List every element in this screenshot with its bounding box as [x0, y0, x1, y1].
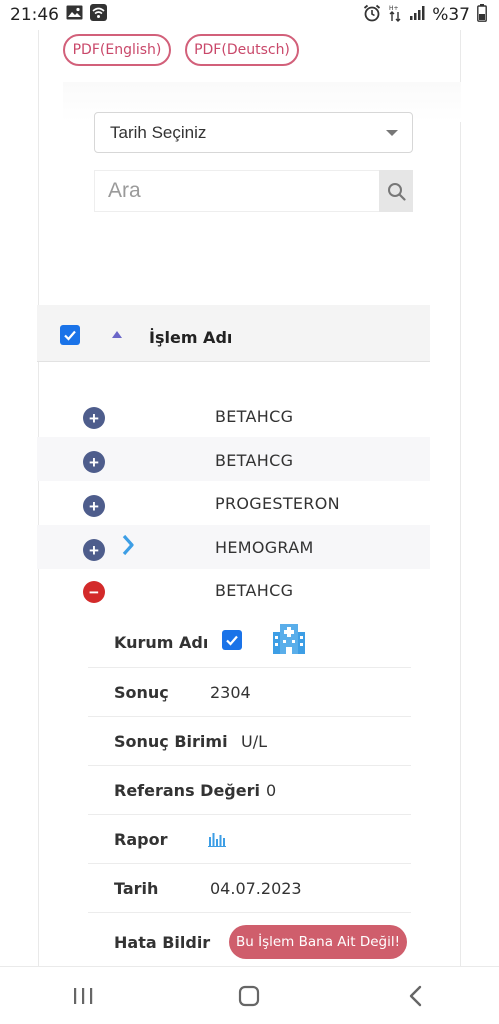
reference-value: 0 — [266, 781, 277, 800]
result-value: 2304 — [210, 683, 251, 702]
search-input[interactable] — [94, 170, 379, 212]
select-all-checkbox[interactable] — [60, 325, 80, 345]
date-label: Tarih — [114, 879, 159, 898]
hospital-building-icon[interactable] — [272, 622, 306, 660]
checkmark-icon — [64, 330, 76, 341]
row-label: HEMOGRAM — [215, 538, 314, 557]
status-left: 21:46 — [10, 4, 107, 26]
svg-text:H+: H+ — [389, 5, 399, 12]
chevron-right-icon[interactable] — [121, 534, 135, 561]
result-label: Sonuç — [114, 683, 169, 702]
sort-ascending-icon[interactable] — [112, 331, 122, 338]
signal-icon — [409, 5, 425, 26]
date-select[interactable]: Tarih Seçiniz — [94, 112, 413, 153]
row-label: PROGESTERON — [215, 494, 340, 513]
table-row-expanded[interactable]: − BETAHCG — [37, 569, 430, 613]
unit-value: U/L — [241, 732, 268, 751]
table-row[interactable]: + PROGESTERON — [37, 481, 430, 525]
search-icon — [387, 182, 406, 201]
date-value: 04.07.2023 — [210, 879, 302, 898]
alarm-icon — [363, 4, 381, 27]
institution-checkbox[interactable] — [222, 630, 242, 650]
row-label: BETAHCG — [215, 451, 294, 470]
data-arrows-icon: H+ — [388, 4, 402, 27]
table-row[interactable]: + BETAHCG — [37, 393, 430, 437]
table-header: İşlem Adı — [37, 305, 430, 362]
table-row[interactable]: + BETAHCG — [37, 437, 430, 481]
expand-plus-icon[interactable]: + — [83, 407, 105, 429]
battery-icon — [477, 3, 487, 27]
error-label: Hata Bildir — [114, 933, 211, 952]
bar-chart-icon[interactable] — [208, 831, 226, 852]
not-my-record-button[interactable]: Bu İşlem Bana Ait Değil! — [229, 925, 407, 959]
home-icon[interactable] — [209, 976, 289, 1016]
search-button[interactable] — [379, 170, 413, 212]
detail-row-reference: Referans Değeri 0 — [88, 766, 411, 815]
detail-row-result: Sonuç 2304 — [88, 668, 411, 717]
expand-plus-icon[interactable]: + — [83, 451, 105, 473]
dropdown-caret-icon — [386, 130, 398, 136]
detail-row-report: Rapor — [88, 815, 411, 864]
row-label: BETAHCG — [215, 407, 294, 426]
reference-label: Referans Değeri — [114, 781, 260, 800]
back-icon[interactable] — [376, 976, 456, 1016]
column-header-islem-adi[interactable]: İşlem Adı — [149, 328, 232, 347]
expand-plus-icon[interactable]: + — [83, 539, 105, 561]
expand-plus-icon[interactable]: + — [83, 495, 105, 517]
pdf-english-button[interactable]: PDF(English) — [63, 34, 171, 66]
detail-row-institution: Kurum Adı — [88, 619, 411, 668]
recent-apps-icon[interactable] — [43, 976, 123, 1016]
detail-row-unit: Sonuç Birimi U/L — [88, 717, 411, 766]
pdf-deutsch-button[interactable]: PDF(Deutsch) — [185, 34, 299, 66]
android-nav-bar — [0, 966, 499, 1024]
date-select-label: Tarih Seçiniz — [110, 122, 207, 142]
report-label: Rapor — [114, 830, 168, 849]
status-right: H+ %37 — [363, 3, 487, 27]
unit-label: Sonuç Birimi — [114, 732, 228, 751]
checkmark-icon — [226, 635, 238, 646]
image-icon — [66, 5, 83, 25]
row-label: BETAHCG — [215, 581, 294, 600]
status-bar: 21:46 H+ %37 — [0, 0, 499, 30]
institution-label: Kurum Adı — [114, 633, 209, 652]
status-time: 21:46 — [10, 5, 59, 25]
battery-percent: %37 — [432, 5, 470, 25]
wifi-calling-icon — [90, 4, 107, 26]
collapse-minus-icon[interactable]: − — [83, 581, 105, 603]
table-row[interactable]: + HEMOGRAM — [37, 525, 430, 569]
search-box — [94, 170, 413, 212]
detail-row-date: Tarih 04.07.2023 — [88, 864, 411, 913]
